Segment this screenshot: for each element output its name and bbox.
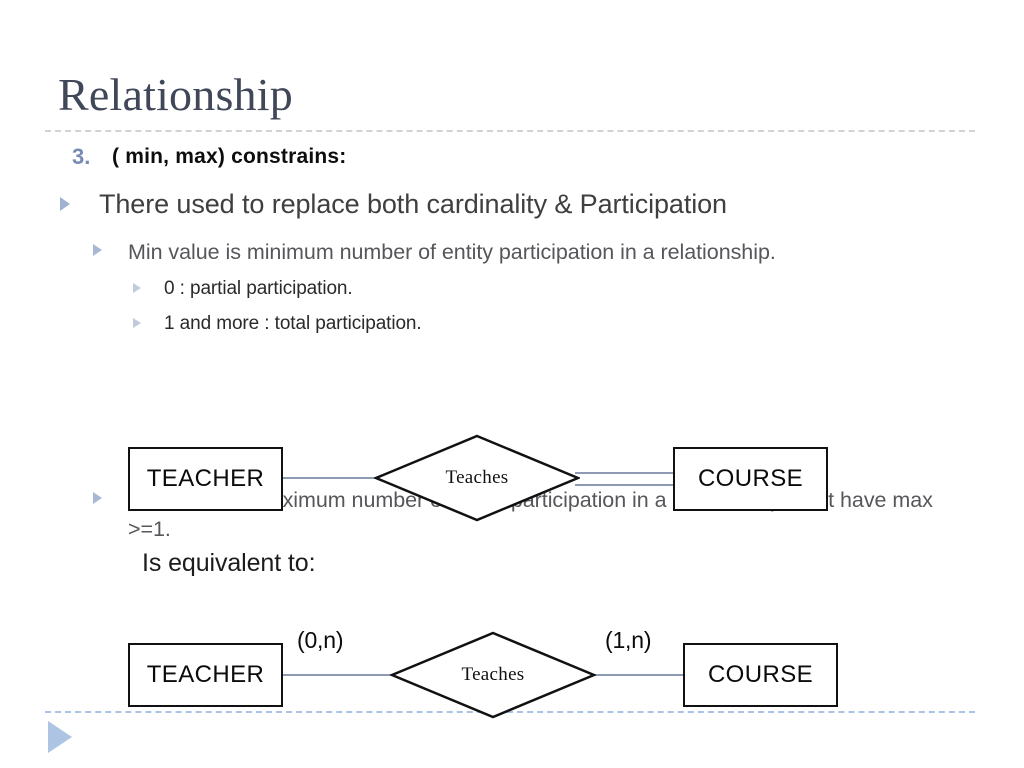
er-relationship-teaches[interactable]: Teaches: [374, 434, 580, 522]
er-connector-left-single: [283, 477, 378, 479]
list-item-level3-partial-label: 0 : partial participation.: [164, 278, 353, 299]
page-title: Relationship: [58, 69, 293, 120]
er-entity-course[interactable]: COURSE: [673, 447, 828, 511]
bullet-triangle-icon: [133, 318, 141, 328]
er-cardinality-left: (0,n): [297, 627, 344, 653]
er-entity-teacher-2-label: TEACHER: [146, 661, 265, 688]
er-entity-course-2-label: COURSE: [707, 661, 814, 688]
slide-canvas: Relationship 3. ( min, max) constrains: …: [0, 0, 1024, 768]
equivalent-to-label: Is equivalent to:: [142, 549, 316, 577]
er-entity-course-label: COURSE: [697, 465, 804, 492]
bullet-triangle-icon: [93, 244, 102, 256]
list-item-level3-partial: 0 : partial participation.: [133, 277, 933, 301]
er-connector-left-single-2: [283, 674, 393, 676]
er-entity-teacher[interactable]: TEACHER: [128, 447, 283, 511]
er-relationship-teaches-2[interactable]: Teaches: [390, 631, 596, 719]
er-entity-teacher-2[interactable]: TEACHER: [128, 643, 283, 707]
list-item-numbered: 3. ( min, max) constrains:: [72, 144, 346, 170]
next-slide-triangle-icon[interactable]: [48, 721, 72, 753]
er-connector-right-single-2: [592, 674, 684, 676]
bullet-triangle-icon: [133, 283, 141, 293]
title-divider: [45, 130, 975, 132]
list-item-level3-total: 1 and more : total participation.: [133, 312, 933, 336]
list-item-level3-total-label: 1 and more : total participation.: [164, 313, 422, 334]
er-connector-right-double-top: [575, 472, 675, 474]
er-connector-right-double-bottom: [575, 484, 675, 486]
bullet-triangle-icon: [60, 197, 70, 211]
list-item-level1: There used to replace both cardinality &…: [60, 188, 980, 220]
bullet-triangle-icon: [93, 492, 102, 504]
er-cardinality-right: (1,n): [605, 627, 652, 653]
er-entity-course-2[interactable]: COURSE: [683, 643, 838, 707]
list-item-level2-min-label: Min value is minimum number of entity pa…: [128, 240, 776, 264]
list-item-level1-label: There used to replace both cardinality &…: [99, 189, 727, 219]
er-entity-teacher-label: TEACHER: [146, 465, 265, 492]
list-item-level2-min: Min value is minimum number of entity pa…: [93, 238, 993, 267]
list-number: 3.: [72, 144, 91, 169]
list-item-heading: ( min, max) constrains:: [112, 145, 347, 168]
